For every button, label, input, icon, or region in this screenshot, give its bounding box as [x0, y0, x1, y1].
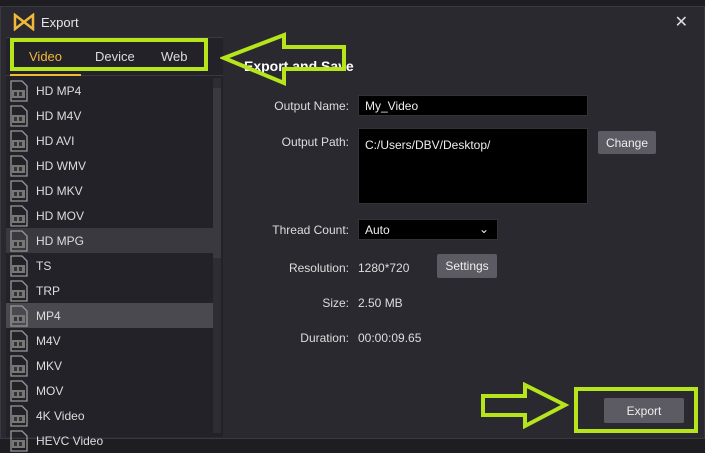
format-label: HD M4V — [36, 108, 82, 123]
format-item[interactable]: HD WMV — [6, 153, 213, 178]
thread-count-select[interactable]: Auto ⌄ — [358, 219, 498, 240]
output-name-label: Output Name: — [274, 99, 349, 113]
size-value: 2.50 MB — [358, 296, 403, 310]
video-file-icon — [10, 104, 28, 127]
format-label: HD MPG — [36, 233, 84, 248]
format-label: HD WMV — [36, 158, 86, 173]
settings-button[interactable]: Settings — [437, 254, 497, 278]
format-item[interactable]: MOV — [6, 378, 213, 403]
video-file-icon — [10, 429, 28, 452]
format-item[interactable]: HD MOV — [6, 203, 213, 228]
format-item[interactable]: HD AVI — [6, 128, 213, 153]
window-title: Export — [41, 14, 79, 30]
video-file-icon — [10, 304, 28, 327]
format-label: MOV — [36, 383, 64, 398]
format-label: HD MP4 — [36, 83, 82, 98]
video-file-icon — [10, 354, 28, 377]
format-label: HD AVI — [36, 133, 75, 148]
format-item[interactable]: 4K Video — [6, 403, 213, 428]
format-item[interactable]: M4V — [6, 328, 213, 353]
duration-label: Duration: — [300, 331, 349, 345]
annotation-arrow-right-icon — [481, 382, 570, 430]
video-file-icon — [10, 204, 28, 227]
format-item[interactable]: HD MKV — [6, 178, 213, 203]
title-bar: Export ✕ — [1, 7, 704, 37]
resolution-value: 1280*720 — [358, 261, 410, 275]
app-logo-icon — [13, 13, 35, 31]
video-file-icon — [10, 229, 28, 252]
format-label: MKV — [36, 358, 63, 373]
output-name-input[interactable]: My_Video — [358, 95, 588, 116]
format-label: TS — [36, 258, 52, 273]
format-label: TRP — [36, 283, 60, 298]
format-item[interactable]: MP4 — [6, 303, 213, 328]
close-icon[interactable]: ✕ — [675, 12, 688, 32]
format-item[interactable]: MKV — [6, 353, 213, 378]
tabs-annotation-box — [10, 38, 208, 71]
chevron-down-icon: ⌄ — [478, 222, 489, 236]
video-file-icon — [10, 279, 28, 302]
video-file-icon — [10, 154, 28, 177]
format-label: 4K Video — [36, 408, 85, 423]
size-label: Size: — [322, 296, 349, 310]
video-file-icon — [10, 254, 28, 277]
format-label: M4V — [36, 333, 61, 348]
export-annotation-box — [574, 387, 698, 433]
resolution-label: Resolution: — [288, 261, 349, 275]
format-panel: Video Device Web HD MP4 HD M4V HD AVI HD WM… — [6, 37, 223, 452]
output-path-label: Output Path: — [281, 135, 349, 149]
video-file-icon — [10, 329, 28, 352]
video-file-icon — [10, 404, 28, 427]
scrollbar-thumb[interactable] — [213, 88, 221, 258]
format-label: HD MKV — [36, 183, 83, 198]
format-item[interactable]: HEVC Video — [6, 428, 213, 453]
format-label: MP4 — [36, 308, 61, 323]
scrollbar[interactable] — [213, 78, 221, 433]
format-item[interactable]: TRP — [6, 278, 213, 303]
output-path-input[interactable]: C:/Users/DBV/Desktop/ — [358, 128, 588, 204]
format-list: HD MP4 HD M4V HD AVI HD WMV HD MKV HD MOV HD M… — [6, 78, 213, 453]
format-item[interactable]: HD M4V — [6, 103, 213, 128]
thread-count-value: Auto — [365, 223, 390, 237]
video-file-icon — [10, 379, 28, 402]
format-label: HD MOV — [36, 208, 84, 223]
format-item[interactable]: HD MP4 — [6, 78, 213, 103]
video-file-icon — [10, 179, 28, 202]
video-file-icon — [10, 129, 28, 152]
thread-count-label: Thread Count: — [272, 223, 349, 237]
active-tab-indicator — [10, 74, 81, 76]
format-item[interactable]: HD MPG — [6, 228, 213, 253]
change-button[interactable]: Change — [598, 131, 656, 154]
annotation-arrow-left-icon — [220, 32, 346, 86]
video-file-icon — [10, 79, 28, 102]
format-item[interactable]: TS — [6, 253, 213, 278]
format-label: HEVC Video — [36, 433, 104, 448]
duration-value: 00:00:09.65 — [358, 331, 422, 345]
